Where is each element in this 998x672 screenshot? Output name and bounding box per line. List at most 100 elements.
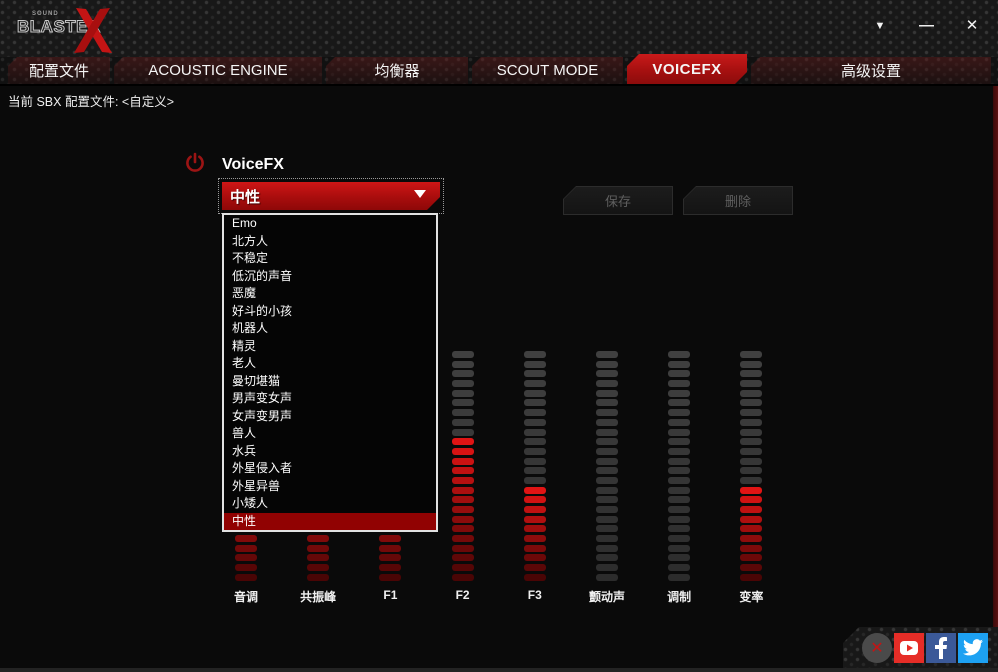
slider-segment xyxy=(740,419,762,426)
voicefx-slider-f2[interactable]: F2 xyxy=(452,351,474,584)
slider-segment xyxy=(740,438,762,445)
twitter-icon[interactable] xyxy=(958,633,988,663)
slider-segment xyxy=(524,487,546,494)
slider-segment xyxy=(596,574,618,581)
tab-label: VOICEFX xyxy=(652,61,721,78)
youtube-icon[interactable] xyxy=(894,633,924,663)
preset-option[interactable]: 低沉的声音 xyxy=(224,268,436,286)
facebook-icon[interactable] xyxy=(926,633,956,663)
slider-segment xyxy=(668,409,690,416)
selected-preset-label: 中性 xyxy=(222,186,260,207)
bottom-edge-strip xyxy=(0,668,998,672)
slider-segment xyxy=(740,564,762,571)
slider-segment xyxy=(524,380,546,387)
minimize-icon[interactable]: — xyxy=(916,16,936,36)
close-icon[interactable]: ✕ xyxy=(962,16,982,36)
slider-segment xyxy=(740,429,762,436)
slider-segment xyxy=(596,564,618,571)
tab-equalizer[interactable]: 均衡器 xyxy=(326,57,468,84)
slider-segment xyxy=(524,477,546,484)
slider-segment xyxy=(379,545,401,552)
slider-segment xyxy=(524,419,546,426)
preset-option[interactable]: 曼切堪猫 xyxy=(224,373,436,391)
slider-segment xyxy=(307,545,329,552)
slider-segment xyxy=(379,535,401,542)
slider-segment xyxy=(524,467,546,474)
title-bar: SOUND BLASTER ▼ — ✕ xyxy=(0,0,998,57)
slider-segment xyxy=(740,399,762,406)
preset-option[interactable]: 老人 xyxy=(224,355,436,373)
preset-option[interactable]: 男声变女声 xyxy=(224,390,436,408)
preset-option[interactable]: 水兵 xyxy=(224,443,436,461)
voicefx-slider-f3[interactable]: F3 xyxy=(524,351,546,584)
slider-segment xyxy=(524,438,546,445)
preset-option[interactable]: 小矮人 xyxy=(224,495,436,513)
window-menu-icon[interactable]: ▼ xyxy=(870,16,890,36)
app-window: SOUND BLASTER ▼ — ✕ 配置文件 ACOUSTIC ENGINE… xyxy=(0,0,998,672)
tab-acoustic-engine[interactable]: ACOUSTIC ENGINE xyxy=(114,57,322,84)
preset-option[interactable]: 外星异兽 xyxy=(224,478,436,496)
right-accent-strip xyxy=(993,86,998,630)
preset-option[interactable]: 不稳定 xyxy=(224,250,436,268)
slider-segment xyxy=(235,574,257,581)
slider-segment xyxy=(740,448,762,455)
slider-segment xyxy=(740,574,762,581)
brand-x-icon xyxy=(72,8,114,59)
preset-option[interactable]: Emo xyxy=(224,215,436,233)
preset-option[interactable]: 机器人 xyxy=(224,320,436,338)
voicefx-slider-tremor[interactable]: 颤动声 xyxy=(596,351,618,584)
tab-advanced-settings[interactable]: 高级设置 xyxy=(751,57,991,84)
tab-voicefx[interactable]: VOICEFX xyxy=(627,54,747,84)
slider-segment xyxy=(524,448,546,455)
slider-segment xyxy=(452,525,474,532)
slider-segment xyxy=(524,390,546,397)
slider-segment xyxy=(668,545,690,552)
preset-option[interactable]: 兽人 xyxy=(224,425,436,443)
preset-option[interactable]: 女声变男声 xyxy=(224,408,436,426)
slider-segment xyxy=(596,399,618,406)
current-profile-status: 当前 SBX 配置文件: <自定义> xyxy=(8,91,174,110)
slider-label: 颤动声 xyxy=(567,588,647,605)
preset-option[interactable]: 外星侵入者 xyxy=(224,460,436,478)
slider-segment xyxy=(452,351,474,358)
slider-segment xyxy=(740,390,762,397)
slider-segment xyxy=(740,506,762,513)
social-panel: ✕ xyxy=(843,627,998,668)
preset-option[interactable]: 好斗的小孩 xyxy=(224,303,436,321)
preset-option[interactable]: 北方人 xyxy=(224,233,436,251)
slider-segment xyxy=(235,535,257,542)
slider-segment xyxy=(524,506,546,513)
preset-dropdown[interactable]: 中性 xyxy=(222,182,440,210)
slider-segment xyxy=(668,361,690,368)
slider-segment xyxy=(668,477,690,484)
preset-option[interactable]: 恶魔 xyxy=(224,285,436,303)
slider-segment xyxy=(452,399,474,406)
tab-profiles[interactable]: 配置文件 xyxy=(8,57,110,84)
voicefx-slider-modulation[interactable]: 调制 xyxy=(668,351,690,584)
voicefx-power-button[interactable] xyxy=(184,152,206,174)
slider-segment xyxy=(596,477,618,484)
slider-segment xyxy=(596,545,618,552)
slider-label: 共振峰 xyxy=(278,588,358,605)
slider-segment xyxy=(596,516,618,523)
slider-segment xyxy=(740,409,762,416)
preset-option[interactable]: 中性 xyxy=(224,513,436,531)
slider-segment xyxy=(596,370,618,377)
blasterx-logo-icon[interactable]: ✕ xyxy=(862,633,892,663)
preset-option[interactable]: 精灵 xyxy=(224,338,436,356)
slider-segment xyxy=(452,554,474,561)
slider-segment xyxy=(452,370,474,377)
save-button[interactable]: 保存 xyxy=(563,186,673,215)
slider-segment xyxy=(740,525,762,532)
slider-segment xyxy=(524,361,546,368)
tab-scout-mode[interactable]: SCOUT MODE xyxy=(472,57,623,84)
voicefx-slider-rate[interactable]: 变率 xyxy=(740,351,762,584)
delete-button[interactable]: 删除 xyxy=(683,186,793,215)
slider-segment xyxy=(452,574,474,581)
slider-segment xyxy=(668,574,690,581)
slider-segment xyxy=(452,448,474,455)
slider-segment xyxy=(524,370,546,377)
slider-segment xyxy=(235,564,257,571)
slider-segment xyxy=(452,409,474,416)
main-content: 当前 SBX 配置文件: <自定义> VoiceFX 中性 保存 删除 音调共振… xyxy=(0,86,998,668)
